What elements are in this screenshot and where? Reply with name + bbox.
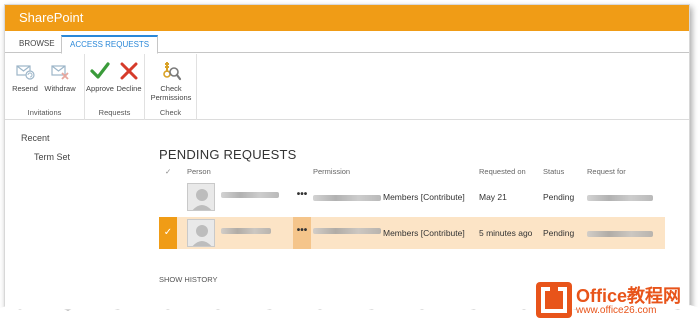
resend-button[interactable]: Resend bbox=[11, 60, 39, 93]
status-value: Pending bbox=[543, 228, 575, 238]
ribbon-group-check: Check Permissions Check bbox=[145, 54, 197, 120]
header-person[interactable]: Person bbox=[187, 167, 211, 176]
permission-site-redacted bbox=[313, 225, 381, 235]
group-label-requests: Requests bbox=[98, 108, 131, 117]
resend-icon bbox=[14, 60, 36, 82]
tab-access-requests[interactable]: ACCESS REQUESTS bbox=[61, 35, 159, 54]
sharepoint-window: SharePoint BROWSE ACCESS REQUESTS Resend bbox=[4, 4, 690, 310]
office-logo-icon bbox=[536, 282, 572, 318]
row-menu-button[interactable]: ••• bbox=[293, 187, 311, 207]
requested-on-value: 5 minutes ago bbox=[479, 228, 533, 238]
page-title: PENDING REQUESTS bbox=[159, 147, 297, 162]
header-status[interactable]: Status bbox=[543, 167, 564, 176]
ribbon: Resend Withdraw Invitations Approve Decl… bbox=[5, 54, 689, 120]
check-permissions-button[interactable]: Check Permissions bbox=[149, 60, 193, 102]
pending-requests-panel: PENDING REQUESTS ✓ Person Permission Req… bbox=[159, 147, 669, 249]
group-label-check: Check bbox=[159, 108, 182, 117]
permission-value: Members [Contribute] bbox=[383, 228, 465, 238]
avatar bbox=[187, 183, 215, 211]
check-permissions-label-1: Check bbox=[160, 84, 182, 93]
withdraw-icon bbox=[49, 60, 71, 82]
approve-check-icon bbox=[89, 60, 111, 82]
status-value: Pending bbox=[543, 192, 575, 202]
suite-bar: SharePoint bbox=[5, 5, 689, 31]
check-permissions-label-2: Permissions bbox=[150, 93, 192, 102]
resend-label: Resend bbox=[12, 84, 38, 93]
header-permission[interactable]: Permission bbox=[313, 167, 350, 176]
tab-browse[interactable]: BROWSE bbox=[11, 36, 63, 53]
left-navigation: Recent Term Set bbox=[21, 133, 70, 162]
permission-value: Members [Contribute] bbox=[383, 192, 465, 202]
request-for-redacted bbox=[587, 228, 653, 238]
group-label-invitations: Invitations bbox=[27, 108, 62, 117]
person-name-redacted bbox=[221, 189, 279, 199]
withdraw-button[interactable]: Withdraw bbox=[42, 60, 78, 93]
show-history-link[interactable]: SHOW HISTORY bbox=[159, 275, 217, 284]
permission-site-redacted bbox=[313, 192, 381, 202]
row-menu-button[interactable]: ••• bbox=[293, 217, 311, 249]
withdraw-label: Withdraw bbox=[44, 84, 76, 93]
watermark: Office教程网 www.office26.com bbox=[536, 280, 694, 324]
row-selected-check-icon[interactable]: ✓ bbox=[159, 217, 177, 249]
nav-item-term-set[interactable]: Term Set bbox=[21, 152, 70, 162]
header-request-for[interactable]: Request for bbox=[587, 167, 626, 176]
decline-x-icon bbox=[118, 60, 140, 82]
avatar bbox=[187, 219, 215, 247]
nav-item-recent[interactable]: Recent bbox=[21, 133, 70, 143]
ribbon-group-requests: Approve Decline Requests bbox=[85, 54, 145, 120]
table-row-selected[interactable]: ✓ ••• Members [Contribute] 5 minutes ago… bbox=[159, 217, 665, 249]
header-check-icon[interactable]: ✓ bbox=[165, 167, 171, 176]
app-title[interactable]: SharePoint bbox=[19, 10, 83, 25]
decline-button[interactable]: Decline bbox=[115, 60, 143, 93]
approve-label: Approve bbox=[86, 84, 114, 93]
table-header: ✓ Person Permission Requested on Status … bbox=[159, 165, 669, 179]
decline-label: Decline bbox=[116, 84, 142, 93]
person-name-redacted bbox=[221, 225, 271, 235]
watermark-url: www.office26.com bbox=[576, 305, 657, 316]
table-row[interactable]: ••• Members [Contribute] May 21 Pending bbox=[159, 181, 665, 213]
check-permissions-icon bbox=[160, 60, 182, 82]
ribbon-group-invitations: Resend Withdraw Invitations bbox=[5, 54, 85, 120]
approve-button[interactable]: Approve bbox=[85, 60, 115, 93]
header-requested-on[interactable]: Requested on bbox=[479, 167, 526, 176]
request-for-redacted bbox=[587, 192, 653, 202]
ribbon-tabs: BROWSE ACCESS REQUESTS bbox=[5, 31, 689, 54]
requested-on-value: May 21 bbox=[479, 192, 507, 202]
